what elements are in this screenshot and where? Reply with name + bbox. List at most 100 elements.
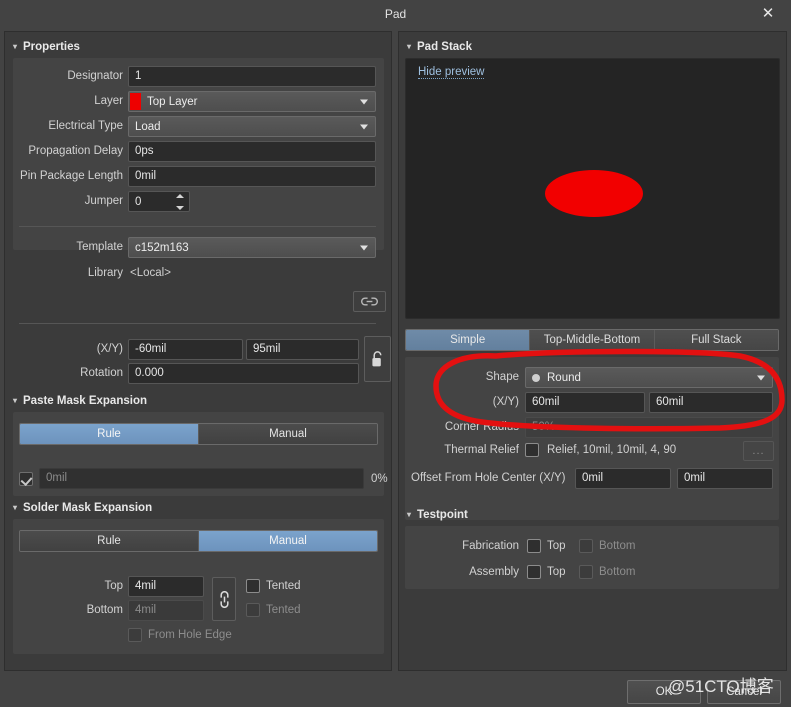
electrical-type-select[interactable]: Load [128,116,376,137]
paste-mask-enable-checkbox[interactable] [19,472,33,486]
paste-mask-section-header[interactable]: ▾ Paste Mask Expansion [13,393,147,409]
collapse-triangle-icon: ▾ [407,510,412,519]
template-select[interactable]: c152m163 [128,237,376,258]
offset-y-input[interactable]: 0mil [677,468,773,489]
collapse-triangle-icon: ▾ [13,42,18,51]
electrical-type-label: Electrical Type [48,120,123,132]
title-bar: Pad ✕ [0,0,791,28]
pin-package-length-input[interactable]: 0mil [128,166,376,187]
propagation-delay-input[interactable]: 0ps [128,141,376,162]
close-icon[interactable]: ✕ [757,4,779,24]
unlocked-padlock-icon [372,350,382,366]
solder-mask-rule-button[interactable]: Rule [20,531,199,551]
tab-simple[interactable]: Simple [406,330,531,350]
window-title: Pad [384,7,407,21]
layer-select[interactable]: Top Layer [128,91,376,112]
shape-label: Shape [485,371,519,383]
designator-input[interactable]: 1 [128,66,376,87]
solder-mask-bottom-tented-checkbox [246,603,260,617]
position-label: (X/Y) [96,343,123,355]
paste-mask-percent: 0% [371,473,388,485]
fabrication-label: Fabrication [462,540,519,552]
properties-section-header[interactable]: ▾ Properties [13,39,80,55]
solder-mask-top-input[interactable]: 4mil [128,576,204,597]
size-label: (X/Y) [492,396,519,408]
fabrication-top-checkbox[interactable] [527,539,541,553]
designator-label: Designator [67,70,123,82]
offset-x-input[interactable]: 0mil [575,468,671,489]
testpoint-section-title: Testpoint [417,509,468,521]
propagation-delay-label: Propagation Delay [28,145,123,157]
thermal-relief-label: Thermal Relief [444,444,519,456]
properties-section-title: Properties [23,41,80,53]
solder-mask-top-tented-checkbox[interactable] [246,579,260,593]
jumper-value: 0 [135,195,142,208]
paste-mask-value-input[interactable]: 0mil [39,468,364,489]
collapse-triangle-icon: ▾ [407,42,412,51]
jumper-stepper[interactable]: 0 [128,191,190,212]
solder-mask-bottom-input: 4mil [128,600,204,621]
rotation-input[interactable]: 0.000 [128,363,359,384]
solder-mask-manual-button[interactable]: Manual [199,531,377,551]
rotation-label: Rotation [80,367,123,379]
solder-mask-top-tented-label: Tented [266,580,301,592]
fabrication-bottom-label: Bottom [599,540,636,552]
shape-value: Round [547,371,581,384]
stepper-arrows-icon[interactable] [175,194,184,210]
fabrication-top-label: Top [547,540,566,552]
layer-label: Layer [94,95,123,107]
from-hole-edge-label: From Hole Edge [148,629,232,641]
assembly-top-checkbox[interactable] [527,565,541,579]
position-x-input[interactable]: -60mil [128,339,243,360]
left-panel: ▾ Properties Designator 1 Layer Top Layer… [4,31,392,671]
thermal-relief-more-button[interactable]: ... [743,441,774,461]
lock-aspect-button[interactable] [364,336,391,382]
testpoint-section-header[interactable]: ▾ Testpoint [407,507,468,523]
pad-shape-preview [545,170,643,217]
template-value: c152m163 [135,241,189,254]
layer-select-value: Top Layer [147,95,198,108]
solder-mask-section-header[interactable]: ▾ Solder Mask Expansion [13,500,152,516]
tab-top-middle-bottom[interactable]: Top-Middle-Bottom [530,330,655,350]
library-link-button[interactable] [353,291,386,312]
pad-stack-section-header[interactable]: ▾ Pad Stack [407,39,472,55]
solder-mask-top-label: Top [104,580,123,592]
electrical-type-value: Load [135,120,161,133]
tab-full-stack[interactable]: Full Stack [654,330,778,350]
layer-color-swatch [130,93,141,110]
chevron-down-icon [360,99,368,104]
assembly-bottom-label: Bottom [599,566,636,578]
paste-mask-mode-toggle[interactable]: Rule Manual [19,423,378,445]
size-x-input[interactable]: 60mil [525,392,645,413]
divider [19,323,376,324]
assembly-label: Assembly [469,566,519,578]
fabrication-bottom-checkbox [579,539,593,553]
thermal-relief-checkbox[interactable] [525,443,539,457]
pad-preview[interactable]: Hide preview [405,58,780,319]
pad-stack-mode-tabs[interactable]: Simple Top-Middle-Bottom Full Stack [405,329,779,351]
collapse-triangle-icon: ▾ [13,396,18,405]
pad-stack-section-title: Pad Stack [417,41,472,53]
right-panel: ▾ Pad Stack Hide preview Simple Top-Middl… [398,31,787,671]
pad-dialog: Pad ✕ ▾ Properties Designator 1 Layer Top… [0,0,791,707]
solder-mask-bottom-tented-label: Tented [266,604,301,616]
offset-from-hole-center-label: Offset From Hole Center (X/Y) [411,472,566,484]
library-value: <Local> [130,267,171,279]
paste-mask-rule-button[interactable]: Rule [20,424,199,444]
paste-mask-manual-button[interactable]: Manual [199,424,377,444]
template-label: Template [76,241,123,253]
link-icon [361,297,378,306]
solder-mask-mode-toggle[interactable]: Rule Manual [19,530,378,552]
assembly-top-label: Top [547,566,566,578]
size-y-input[interactable]: 60mil [649,392,773,413]
paste-mask-section-title: Paste Mask Expansion [23,395,147,407]
chevron-down-icon [757,375,765,380]
shape-select[interactable]: Round [525,367,773,388]
chain-link-icon [219,590,229,608]
solder-mask-link-button[interactable] [212,577,236,621]
collapse-triangle-icon: ▾ [13,503,18,512]
from-hole-edge-checkbox [128,628,142,642]
hide-preview-link[interactable]: Hide preview [418,66,485,79]
position-y-input[interactable]: 95mil [246,339,359,360]
pin-package-length-label: Pin Package Length [20,170,123,182]
